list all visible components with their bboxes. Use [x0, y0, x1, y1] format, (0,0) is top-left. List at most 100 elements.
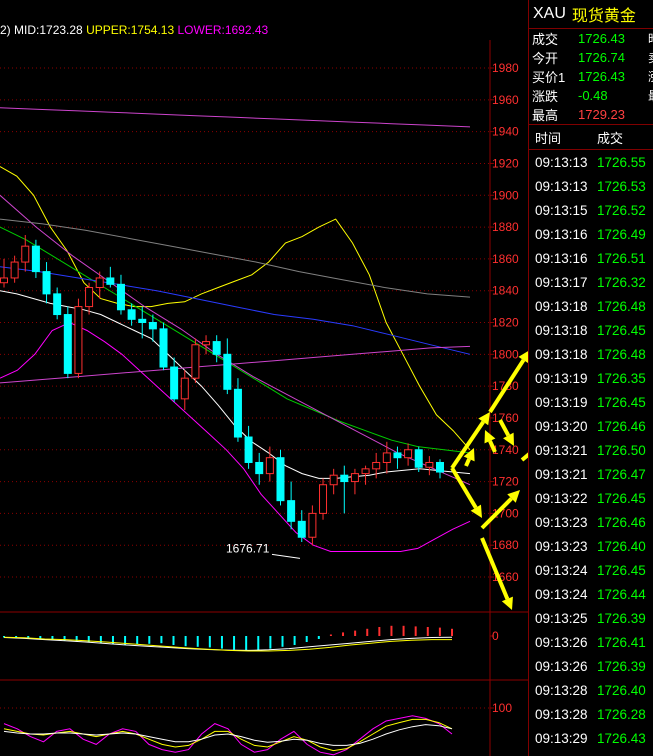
candle-body — [127, 309, 136, 320]
quote-cut-label: 卖 — [648, 49, 653, 66]
tick-price: 1726.45 — [597, 322, 646, 338]
tick-price: 1726.47 — [597, 466, 646, 482]
quote-label: 成交 — [532, 32, 559, 47]
tick-time: 09:13:13 — [535, 178, 588, 194]
tick-list[interactable]: 09:13:13 1726.55 09:13:13 1726.53 09:13:15 17… — [529, 150, 653, 750]
candle-body — [31, 245, 40, 273]
tick-time: 09:13:23 — [535, 514, 588, 530]
tick-time: 09:13:13 — [535, 154, 588, 170]
tick-price: 1726.51 — [597, 250, 646, 266]
tick-row[interactable]: 09:13:18 1726.45 — [529, 318, 653, 342]
tick-time: 09:13:20 — [535, 418, 588, 434]
quote-row: 今开 1726.74 卖 — [529, 48, 653, 67]
tick-row[interactable]: 09:13:24 1726.45 — [529, 558, 653, 582]
quote-summary: 成交 1726.43 昨今开 1726.74 卖买价1 1726.43 涨涨跌 -0.48 最最… — [529, 29, 653, 125]
arrow-annotation — [464, 458, 471, 467]
low-price-pointer — [271, 553, 301, 559]
tick-row[interactable]: 09:13:15 1726.52 — [529, 198, 653, 222]
candle-body — [53, 293, 62, 316]
tick-time: 09:13:19 — [535, 394, 588, 410]
tick-time: 09:13:21 — [535, 442, 588, 458]
kline-chart[interactable]: 1980 1960 1940 1920 1900 1880 1860 1840 1820 1800… — [0, 0, 528, 756]
tick-time: 09:13:23 — [535, 538, 588, 554]
candle-body — [42, 271, 51, 295]
y-tick-label: 1940 — [492, 125, 519, 139]
tick-row[interactable]: 09:13:16 1726.51 — [529, 246, 653, 270]
candle-body — [202, 341, 211, 346]
tick-row[interactable]: 09:13:28 1726.40 — [529, 678, 653, 702]
tick-price: 1726.50 — [597, 442, 646, 458]
tick-price: 1726.48 — [597, 298, 646, 314]
candle-body — [10, 261, 19, 279]
tick-time: 09:13:16 — [535, 226, 588, 242]
tick-row[interactable]: 09:13:23 1726.46 — [529, 510, 653, 534]
tick-time: 09:13:28 — [535, 706, 588, 722]
tick-row[interactable]: 09:13:24 1726.44 — [529, 582, 653, 606]
tick-row[interactable]: 09:13:17 1726.32 — [529, 270, 653, 294]
tick-row[interactable]: 09:13:16 1726.49 — [529, 222, 653, 246]
candle-body — [297, 520, 306, 538]
tick-row[interactable]: 09:13:21 1726.47 — [529, 462, 653, 486]
legend-lower: LOWER:1692.43 — [177, 23, 269, 37]
tick-row[interactable]: 09:13:13 1726.53 — [529, 174, 653, 198]
legend-mid: MID:1723.28 — [14, 23, 83, 37]
candle-body — [319, 484, 328, 514]
tick-row[interactable]: 09:13:20 1726.46 — [529, 414, 653, 438]
tick-row[interactable]: 09:13:13 1726.55 — [529, 150, 653, 174]
tick-row[interactable]: 09:13:19 1726.45 — [529, 390, 653, 414]
symbol-code: XAU — [533, 5, 566, 22]
tick-time: 09:13:28 — [535, 682, 588, 698]
quote-cut-label: 昨 — [648, 30, 653, 47]
quote-value: 1726.43 — [578, 69, 625, 84]
candle-body — [404, 449, 413, 459]
macd-line — [3, 636, 452, 652]
tick-row[interactable]: 09:13:29 1726.43 — [529, 726, 653, 750]
candle-body — [212, 341, 221, 355]
tick-row[interactable]: 09:13:18 1726.48 — [529, 294, 653, 318]
tick-price: 1726.43 — [597, 730, 646, 746]
quote-row: 涨跌 -0.48 最 — [529, 86, 653, 105]
quote-cut-label: 涨 — [648, 68, 653, 85]
tick-price: 1726.41 — [597, 634, 646, 650]
tick-price: 1726.44 — [597, 586, 646, 602]
tick-row[interactable]: 09:13:19 1726.35 — [529, 366, 653, 390]
tick-row[interactable]: 09:13:25 1726.39 — [529, 606, 653, 630]
tick-price: 1726.40 — [597, 682, 646, 698]
tick-price: 1726.46 — [597, 514, 646, 530]
kdj-line — [3, 724, 453, 746]
tick-time: 09:13:18 — [535, 346, 588, 362]
tick-price: 1726.45 — [597, 562, 646, 578]
tick-row[interactable]: 09:13:26 1726.39 — [529, 654, 653, 678]
tick-row[interactable]: 09:13:18 1726.48 — [529, 342, 653, 366]
low-price-label: 1676.71 — [226, 541, 270, 555]
arrow-annotation — [450, 466, 478, 509]
tick-time: 09:13:15 — [535, 202, 588, 218]
tick-row[interactable]: 09:13:22 1726.45 — [529, 486, 653, 510]
y-tick-label: 1900 — [492, 188, 519, 202]
candle-body — [436, 461, 444, 473]
tick-price: 1726.55 — [597, 154, 646, 170]
y-tick-label: 0 — [492, 629, 499, 643]
tick-time: 09:13:25 — [535, 610, 588, 626]
y-tick-label: 1980 — [492, 61, 519, 75]
tick-price: 1726.35 — [597, 370, 646, 386]
candle-body — [393, 452, 402, 459]
quote-panel: XAU 现货黄金 成交 1726.43 昨今开 1726.74 卖买价1 1726.43 涨… — [528, 0, 653, 756]
symbol-name: 现货黄金 — [571, 8, 636, 25]
tick-row[interactable]: 09:13:26 1726.41 — [529, 630, 653, 654]
tick-price: 1726.53 — [597, 178, 646, 194]
candle-body — [85, 287, 94, 308]
tick-price: 1726.52 — [597, 202, 646, 218]
tick-price: 1726.32 — [597, 274, 646, 290]
tick-row[interactable]: 09:13:23 1726.40 — [529, 534, 653, 558]
candle-body — [74, 306, 83, 374]
tick-price: 1726.45 — [597, 490, 646, 506]
quote-title: XAU 现货黄金 — [529, 0, 653, 29]
tick-row[interactable]: 09:13:28 1726.28 — [529, 702, 653, 726]
chart-area[interactable]: 1980 1960 1940 1920 1900 1880 1860 1840 1820 1800… — [0, 0, 528, 756]
tick-row[interactable]: 09:13:21 1726.50 — [529, 438, 653, 462]
candle-body — [138, 318, 147, 324]
macd-line — [3, 636, 453, 651]
quote-label: 涨跌 — [532, 89, 559, 104]
quote-row: 最高 1729.23 — [529, 105, 653, 124]
